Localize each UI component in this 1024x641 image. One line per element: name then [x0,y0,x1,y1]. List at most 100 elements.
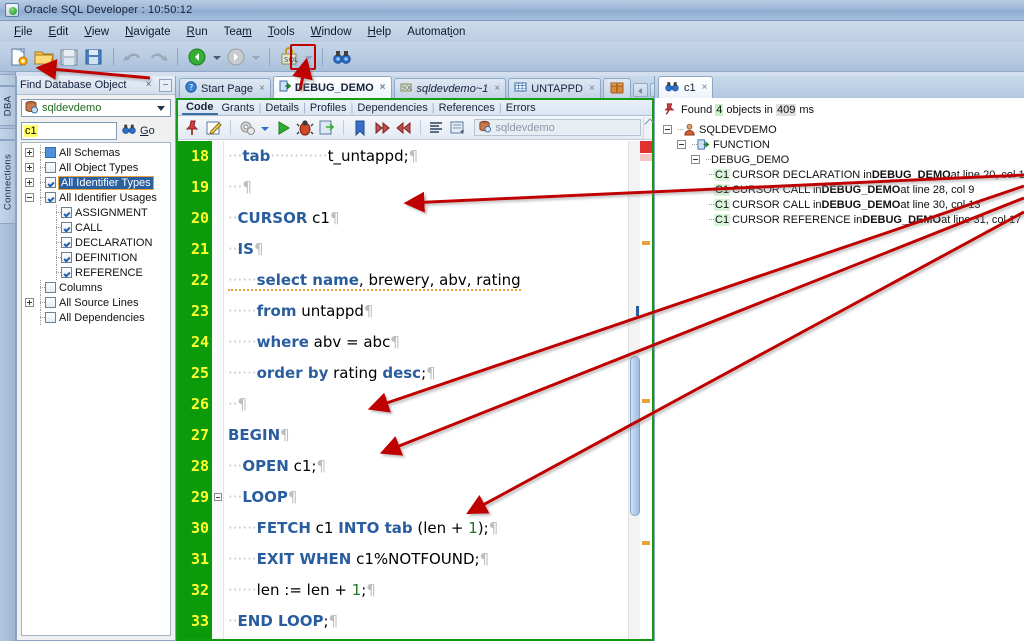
subtab-errors[interactable]: Errors [502,102,540,114]
tab-start-page[interactable]: ? Start Page × [179,78,271,98]
close-icon[interactable]: × [702,82,708,93]
scroll-left-icon[interactable] [632,83,648,97]
pin-icon[interactable] [182,118,202,138]
checkbox[interactable] [45,147,56,158]
code-line[interactable]: ··END LOOP;¶ [224,606,628,637]
expand-icon[interactable] [25,298,34,307]
compile-gear-icon[interactable] [237,118,257,138]
find-tree-item[interactable]: All Identifier Usages [22,190,170,205]
results-tree[interactable]: SQLDEVDEMO FUNCTION DEBUG_DEMO C1 CURSOR DE… [659,122,1024,227]
expand-icon[interactable] [25,163,34,172]
editor-connection-box[interactable]: sqldevdemo [474,119,641,136]
code-line[interactable]: ·¶ [224,637,628,639]
tab-debug-demo[interactable]: DEBUG_DEMO × [272,76,392,98]
scrollbar-thumb[interactable] [630,356,640,516]
code-vertical-scrollbar[interactable] [628,141,640,639]
search-result-row[interactable]: C1 CURSOR DECLARATION in DEBUG_DEMO at l… [659,167,1024,182]
profile-icon[interactable] [317,118,337,138]
code-fold-column[interactable] [212,141,224,639]
chevron-down-icon[interactable] [157,105,165,111]
warning-marker[interactable] [642,399,650,403]
menu-automation[interactable]: Automation [399,24,473,40]
warning-marker[interactable] [642,541,650,545]
sql-dropdown-icon[interactable] [303,46,314,68]
search-result-row[interactable]: C1 CURSOR CALL in DEBUG_DEMO at line 28,… [659,182,1024,197]
search-result-row[interactable]: C1 CURSOR REFERENCE in DEBUG_DEMO at lin… [659,212,1024,227]
menu-window[interactable]: Window [303,24,360,40]
search-result-row[interactable]: C1 CURSOR CALL in DEBUG_DEMO at line 30,… [659,197,1024,212]
back-dropdown-icon[interactable] [211,46,222,68]
results-tree-item[interactable]: FUNCTION [659,137,1024,152]
warning-marker[interactable] [642,241,650,245]
next-change-icon[interactable] [372,118,392,138]
find-tree-item[interactable]: Columns [22,280,170,295]
close-icon[interactable]: × [494,83,500,94]
code-line[interactable]: ···¶ [224,172,628,203]
find-tree-item[interactable]: DECLARATION [22,235,170,250]
sidebar-tab-dba[interactable]: DBA [0,86,16,126]
redo-icon[interactable] [147,46,169,68]
back-icon[interactable] [186,46,208,68]
code-text[interactable]: ···tab············t_untappd;¶ ···¶ ··CURSO… [224,141,628,639]
format-icon[interactable] [426,118,446,138]
expand-icon[interactable] [25,178,34,187]
checkbox[interactable] [45,312,56,323]
collapse-icon[interactable] [25,193,34,202]
find-tree-item[interactable]: All Object Types [22,160,170,175]
find-tree-item[interactable]: All Dependencies [22,310,170,325]
close-icon[interactable]: × [259,83,265,94]
refactor-icon[interactable] [448,118,468,138]
save-icon[interactable] [58,46,80,68]
menu-tools[interactable]: Tools [260,24,303,40]
minimize-icon[interactable]: − [159,78,172,92]
checkbox[interactable] [45,192,56,203]
code-line[interactable]: ······len := len + 1;¶ [224,575,628,606]
undo-icon[interactable] [122,46,144,68]
close-icon[interactable]: × [589,83,595,94]
code-line[interactable]: ··¶ [224,389,628,420]
close-icon[interactable]: × [380,82,386,93]
code-line[interactable]: ······FETCH c1 INTO tab (len + 1);¶ [224,513,628,544]
subtab-profiles[interactable]: Profiles [306,102,351,114]
code-line[interactable]: ······order by rating desc;¶ [224,358,628,389]
tab-untappd[interactable]: UNTAPPD × [508,78,601,98]
code-line[interactable]: ···LOOP¶ [224,482,628,513]
code-line[interactable]: ······where abv = abc¶ [224,327,628,358]
expand-icon[interactable] [25,148,34,157]
checkbox[interactable] [61,207,72,218]
new-icon[interactable] [8,46,30,68]
edit-pencil-icon[interactable] [204,118,224,138]
checkbox[interactable] [61,267,72,278]
find-tree-item[interactable]: REFERENCE [22,265,170,280]
collapse-icon[interactable] [677,140,686,149]
menu-view[interactable]: View [76,24,117,40]
debug-bug-icon[interactable] [295,118,315,138]
menu-navigate[interactable]: Navigate [117,24,178,40]
connection-select[interactable]: sqldevdemo [21,99,171,117]
run-green-icon[interactable] [273,118,293,138]
menu-file[interactable]: File [6,24,41,40]
find-tree-item[interactable]: CALL [22,220,170,235]
previous-change-icon[interactable] [394,118,414,138]
run-sql-icon[interactable]: SQL [278,46,300,68]
forward-icon[interactable] [225,46,247,68]
pin-icon[interactable] [662,102,676,119]
search-input[interactable]: c1 [21,121,117,140]
code-line[interactable]: ··IS¶ [224,234,628,265]
code-line[interactable]: ······EXIT WHEN c1%NOTFOUND;¶ [224,544,628,575]
code-line[interactable]: ···tab············t_untappd;¶ [224,141,628,172]
code-line[interactable]: ···OPEN c1;¶ [224,451,628,482]
tab-search-results-c1[interactable]: c1 × [658,76,714,98]
checkbox[interactable] [61,237,72,248]
menu-help[interactable]: Help [360,24,400,40]
find-tree-item[interactable]: ASSIGNMENT [22,205,170,220]
save-all-icon[interactable] [83,46,105,68]
error-marker[interactable] [640,141,652,153]
checkbox[interactable] [61,252,72,263]
menu-team[interactable]: Team [216,24,260,40]
find-tree-item[interactable]: DEFINITION [22,250,170,265]
results-tree-item[interactable]: SQLDEVDEMO [659,122,1024,137]
compile-dropdown-icon[interactable] [259,118,271,138]
go-button[interactable]: Go [121,122,155,139]
subtab-details[interactable]: Details [261,102,303,114]
